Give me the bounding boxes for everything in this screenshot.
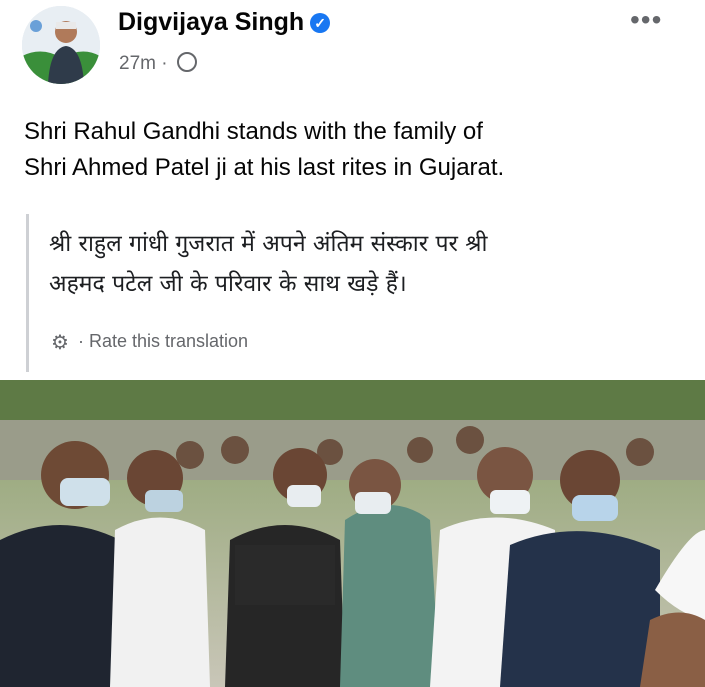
avatar-image	[22, 6, 100, 84]
rate-translation-link[interactable]: ⚙ · Rate this translation	[51, 330, 248, 355]
post-text: Shri Rahul Gandhi stands with the family…	[24, 114, 684, 186]
translated-text-line: श्री राहुल गांधी गुजरात में अपने अंतिम स…	[49, 231, 488, 257]
post-header: Digvijaya Singh ✓ 27m · •••	[0, 0, 705, 100]
translation-block: श्री राहुल गांधी गुजरात में अपने अंतिम स…	[26, 214, 689, 372]
verified-badge-icon: ✓	[310, 13, 331, 33]
gear-icon: ⚙	[51, 332, 69, 354]
post-photo[interactable]	[0, 380, 705, 687]
post-text-line: Shri Ahmed Patel ji at his last rites in…	[24, 154, 505, 181]
globe-icon	[176, 52, 197, 72]
author-name-text[interactable]: Digvijaya Singh	[118, 8, 304, 36]
post-text-line: Shri Rahul Gandhi stands with the family…	[24, 118, 483, 145]
translated-text-line: अहमद पटेल जी के परिवार के साथ खड़े हैं।	[49, 271, 407, 297]
meta-separator: ·	[161, 53, 168, 74]
author-name[interactable]: Digvijaya Singh ✓	[118, 8, 331, 37]
translated-text: श्री राहुल गांधी गुजरात में अपने अंतिम स…	[49, 224, 669, 304]
crowd-photo-image	[0, 380, 705, 687]
rate-translation-label[interactable]: Rate this translation	[89, 331, 248, 351]
more-options-button[interactable]: •••	[630, 4, 662, 36]
rate-separator: ·	[77, 331, 84, 351]
avatar[interactable]	[22, 6, 100, 84]
timestamp[interactable]: 27m	[119, 53, 156, 74]
post-meta: 27m ·	[119, 52, 197, 75]
